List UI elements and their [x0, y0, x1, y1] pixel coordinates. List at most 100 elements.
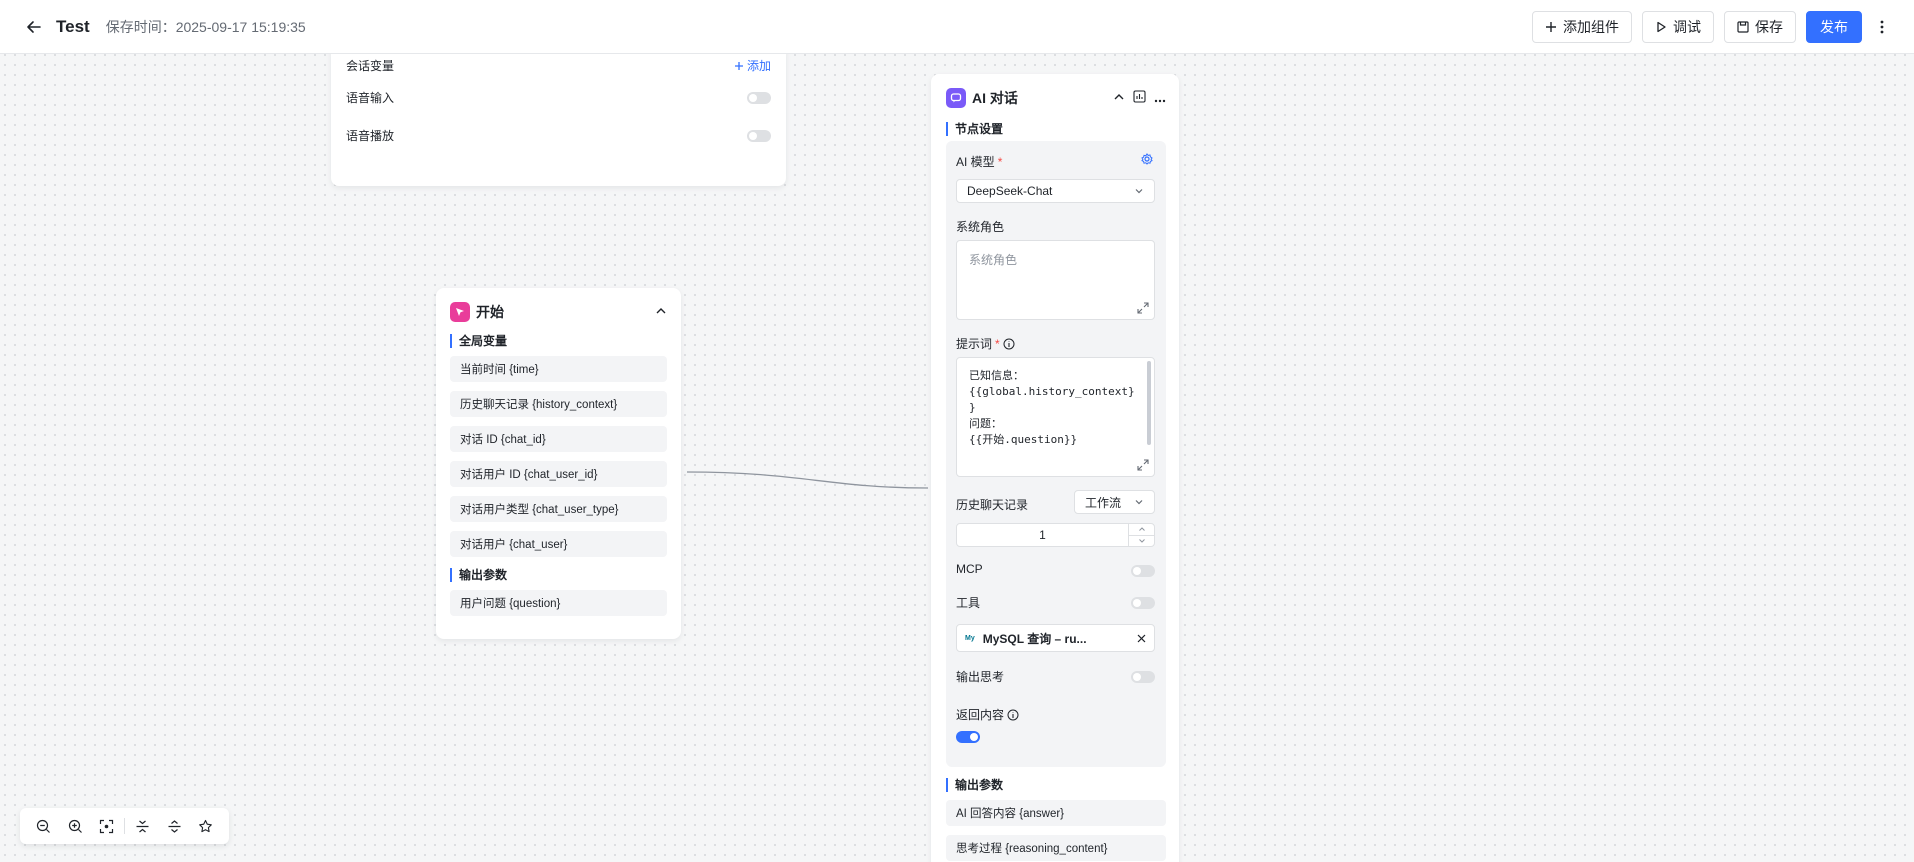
system-role-textarea[interactable]: 系统角色: [956, 240, 1155, 320]
voice-playback-label: 语音播放: [346, 129, 395, 143]
ai-model-label: AI 模型 *: [956, 153, 1002, 170]
save-time-value: 2025-09-17 15:19:35: [175, 18, 306, 35]
mysql-logo-icon: My: [965, 634, 975, 642]
prompt-label-text: 提示词: [956, 337, 993, 351]
decrement-chevron-down-icon[interactable]: [1129, 534, 1154, 547]
collapse-chevron-icon[interactable]: [1113, 91, 1125, 106]
pointer-icon: [450, 302, 470, 322]
output-thinking-label: 输出思考: [956, 668, 1004, 685]
close-icon[interactable]: [1137, 634, 1146, 643]
output-thinking-label-text: 输出思考: [956, 670, 1005, 684]
global-variable-item: 当前时间 {time}: [450, 356, 667, 382]
publish-label: 发布: [1820, 19, 1848, 35]
history-source-value: 工作流: [1085, 495, 1122, 510]
node-settings-title: 节点设置: [946, 122, 1003, 136]
play-icon: [1657, 21, 1666, 33]
save-label: 保存: [1755, 19, 1783, 35]
required-mark: *: [995, 336, 1000, 351]
more-horizontal-icon[interactable]: [1154, 91, 1166, 106]
voice-input-toggle[interactable]: [747, 91, 771, 104]
tool-chip[interactable]: My MySQL 查询 – ru...: [956, 624, 1155, 652]
conversation-settings-card: 会话变量 添加 语音输入 语音播放: [331, 48, 786, 186]
publish-button[interactable]: 发布: [1806, 11, 1862, 43]
history-label: 历史聊天记录: [956, 496, 1028, 513]
ai-model-select[interactable]: DeepSeek-Chat: [956, 179, 1155, 203]
prompt-textarea[interactable]: 已知信息： {{global.history_context} } 问题： {{…: [956, 357, 1155, 477]
collapse-chevron-icon[interactable]: [655, 305, 667, 320]
voice-playback-toggle[interactable]: [747, 129, 771, 142]
conversation-variables-row: 会话变量 添加: [346, 57, 771, 74]
prompt-label: 提示词 *: [956, 335, 1015, 352]
canvas-toolbar: [20, 808, 229, 844]
mcp-label: MCP: [956, 562, 983, 576]
mcp-toggle[interactable]: [1131, 565, 1155, 577]
collapse-all-icon[interactable]: [127, 812, 158, 840]
ai-chat-node[interactable]: AI 对话 节点设置 AI 模型 * DeepSeek-Chat 系统角色 系统角…: [931, 74, 1179, 862]
add-component-button[interactable]: 添加组件: [1532, 11, 1632, 43]
global-variables-title: 全局变量: [450, 334, 507, 348]
back-arrow-icon[interactable]: [22, 15, 46, 39]
global-variable-item: 对话 ID {chat_id}: [450, 426, 667, 452]
return-content-toggle[interactable]: [956, 731, 980, 743]
ai-node-header: AI 对话: [946, 86, 1166, 110]
toolbar-divider: [124, 818, 126, 834]
save-icon: [1737, 21, 1749, 33]
start-node-title: 开始: [476, 304, 504, 320]
ai-node-title: AI 对话: [972, 90, 1018, 106]
save-button[interactable]: 保存: [1724, 11, 1796, 43]
prompt-scrollbar[interactable]: [1147, 361, 1151, 445]
tools-toggle[interactable]: [1131, 597, 1155, 609]
system-role-label-text: 系统角色: [956, 220, 1005, 234]
global-variable-item: 对话用户类型 {chat_user_type}: [450, 496, 667, 522]
add-variable-link[interactable]: 添加: [734, 57, 771, 74]
history-source-select[interactable]: 工作流: [1074, 490, 1155, 514]
output-parameter-item: 思考过程 {reasoning_content}: [946, 835, 1166, 861]
zoom-out-icon[interactable]: [28, 812, 59, 840]
history-count-stepper[interactable]: 1: [956, 523, 1155, 547]
start-node-header: 开始: [450, 300, 667, 324]
ai-model-value: DeepSeek-Chat: [967, 184, 1053, 198]
zoom-in-icon[interactable]: [59, 812, 90, 840]
prompt-value: 已知信息： {{global.history_context} } 问题： {{…: [969, 369, 1135, 446]
system-role-placeholder: 系统角色: [969, 253, 1018, 267]
add-variable-label: 添加: [746, 59, 771, 73]
ai-model-label-text: AI 模型: [956, 155, 995, 169]
info-icon: [1007, 709, 1019, 720]
conversation-variables-label: 会话变量: [346, 59, 395, 73]
expand-icon[interactable]: [1137, 459, 1149, 471]
info-icon: [1003, 338, 1015, 349]
required-mark: *: [997, 154, 1003, 169]
debug-label: 调试: [1673, 19, 1701, 35]
history-label-text: 历史聊天记录: [956, 498, 1029, 512]
output-parameter-item: AI 回答内容 {answer}: [946, 800, 1166, 826]
more-vertical-icon[interactable]: [1872, 11, 1892, 43]
expand-all-icon[interactable]: [158, 812, 189, 840]
global-variable-item: 历史聊天记录 {history_context}: [450, 391, 667, 417]
app-title: Test: [56, 16, 90, 36]
start-output-title: 输出参数: [450, 568, 507, 582]
log-chart-icon[interactable]: [1133, 90, 1146, 106]
expand-icon[interactable]: [1137, 302, 1149, 314]
system-role-label: 系统角色: [956, 218, 1004, 235]
ai-output-title: 输出参数: [946, 778, 1003, 792]
output-handle[interactable]: [677, 467, 685, 475]
save-time: 保存时间：2025-09-17 15:19:35: [106, 17, 306, 37]
increment-chevron-up-icon[interactable]: [1129, 524, 1154, 535]
tool-name: MySQL 查询 – ru...: [982, 631, 1087, 646]
voice-playback-row: 语音播放: [346, 127, 771, 144]
output-thinking-toggle[interactable]: [1131, 671, 1155, 683]
start-node[interactable]: 开始 全局变量 当前时间 {time} 历史聊天记录 {history_cont…: [436, 288, 681, 639]
save-time-label: 保存时间：: [105, 18, 176, 35]
add-component-label: 添加组件: [1563, 19, 1619, 35]
voice-input-label: 语音输入: [346, 91, 395, 105]
debug-button[interactable]: 调试: [1642, 11, 1714, 43]
tools-label-text: 工具: [956, 596, 981, 610]
top-actions: 添加组件 调试 保存 发布: [1532, 11, 1892, 43]
top-bar: Test 保存时间：2025-09-17 15:19:35 添加组件 调试 保存…: [0, 0, 1914, 54]
history-count-value: 1: [1039, 528, 1046, 542]
auto-layout-icon[interactable]: [190, 812, 221, 840]
model-settings-gear-icon[interactable]: [1141, 153, 1153, 168]
fit-view-icon[interactable]: [91, 812, 122, 840]
voice-input-row: 语音输入: [346, 89, 771, 106]
chevron-down-icon: [1135, 500, 1143, 505]
